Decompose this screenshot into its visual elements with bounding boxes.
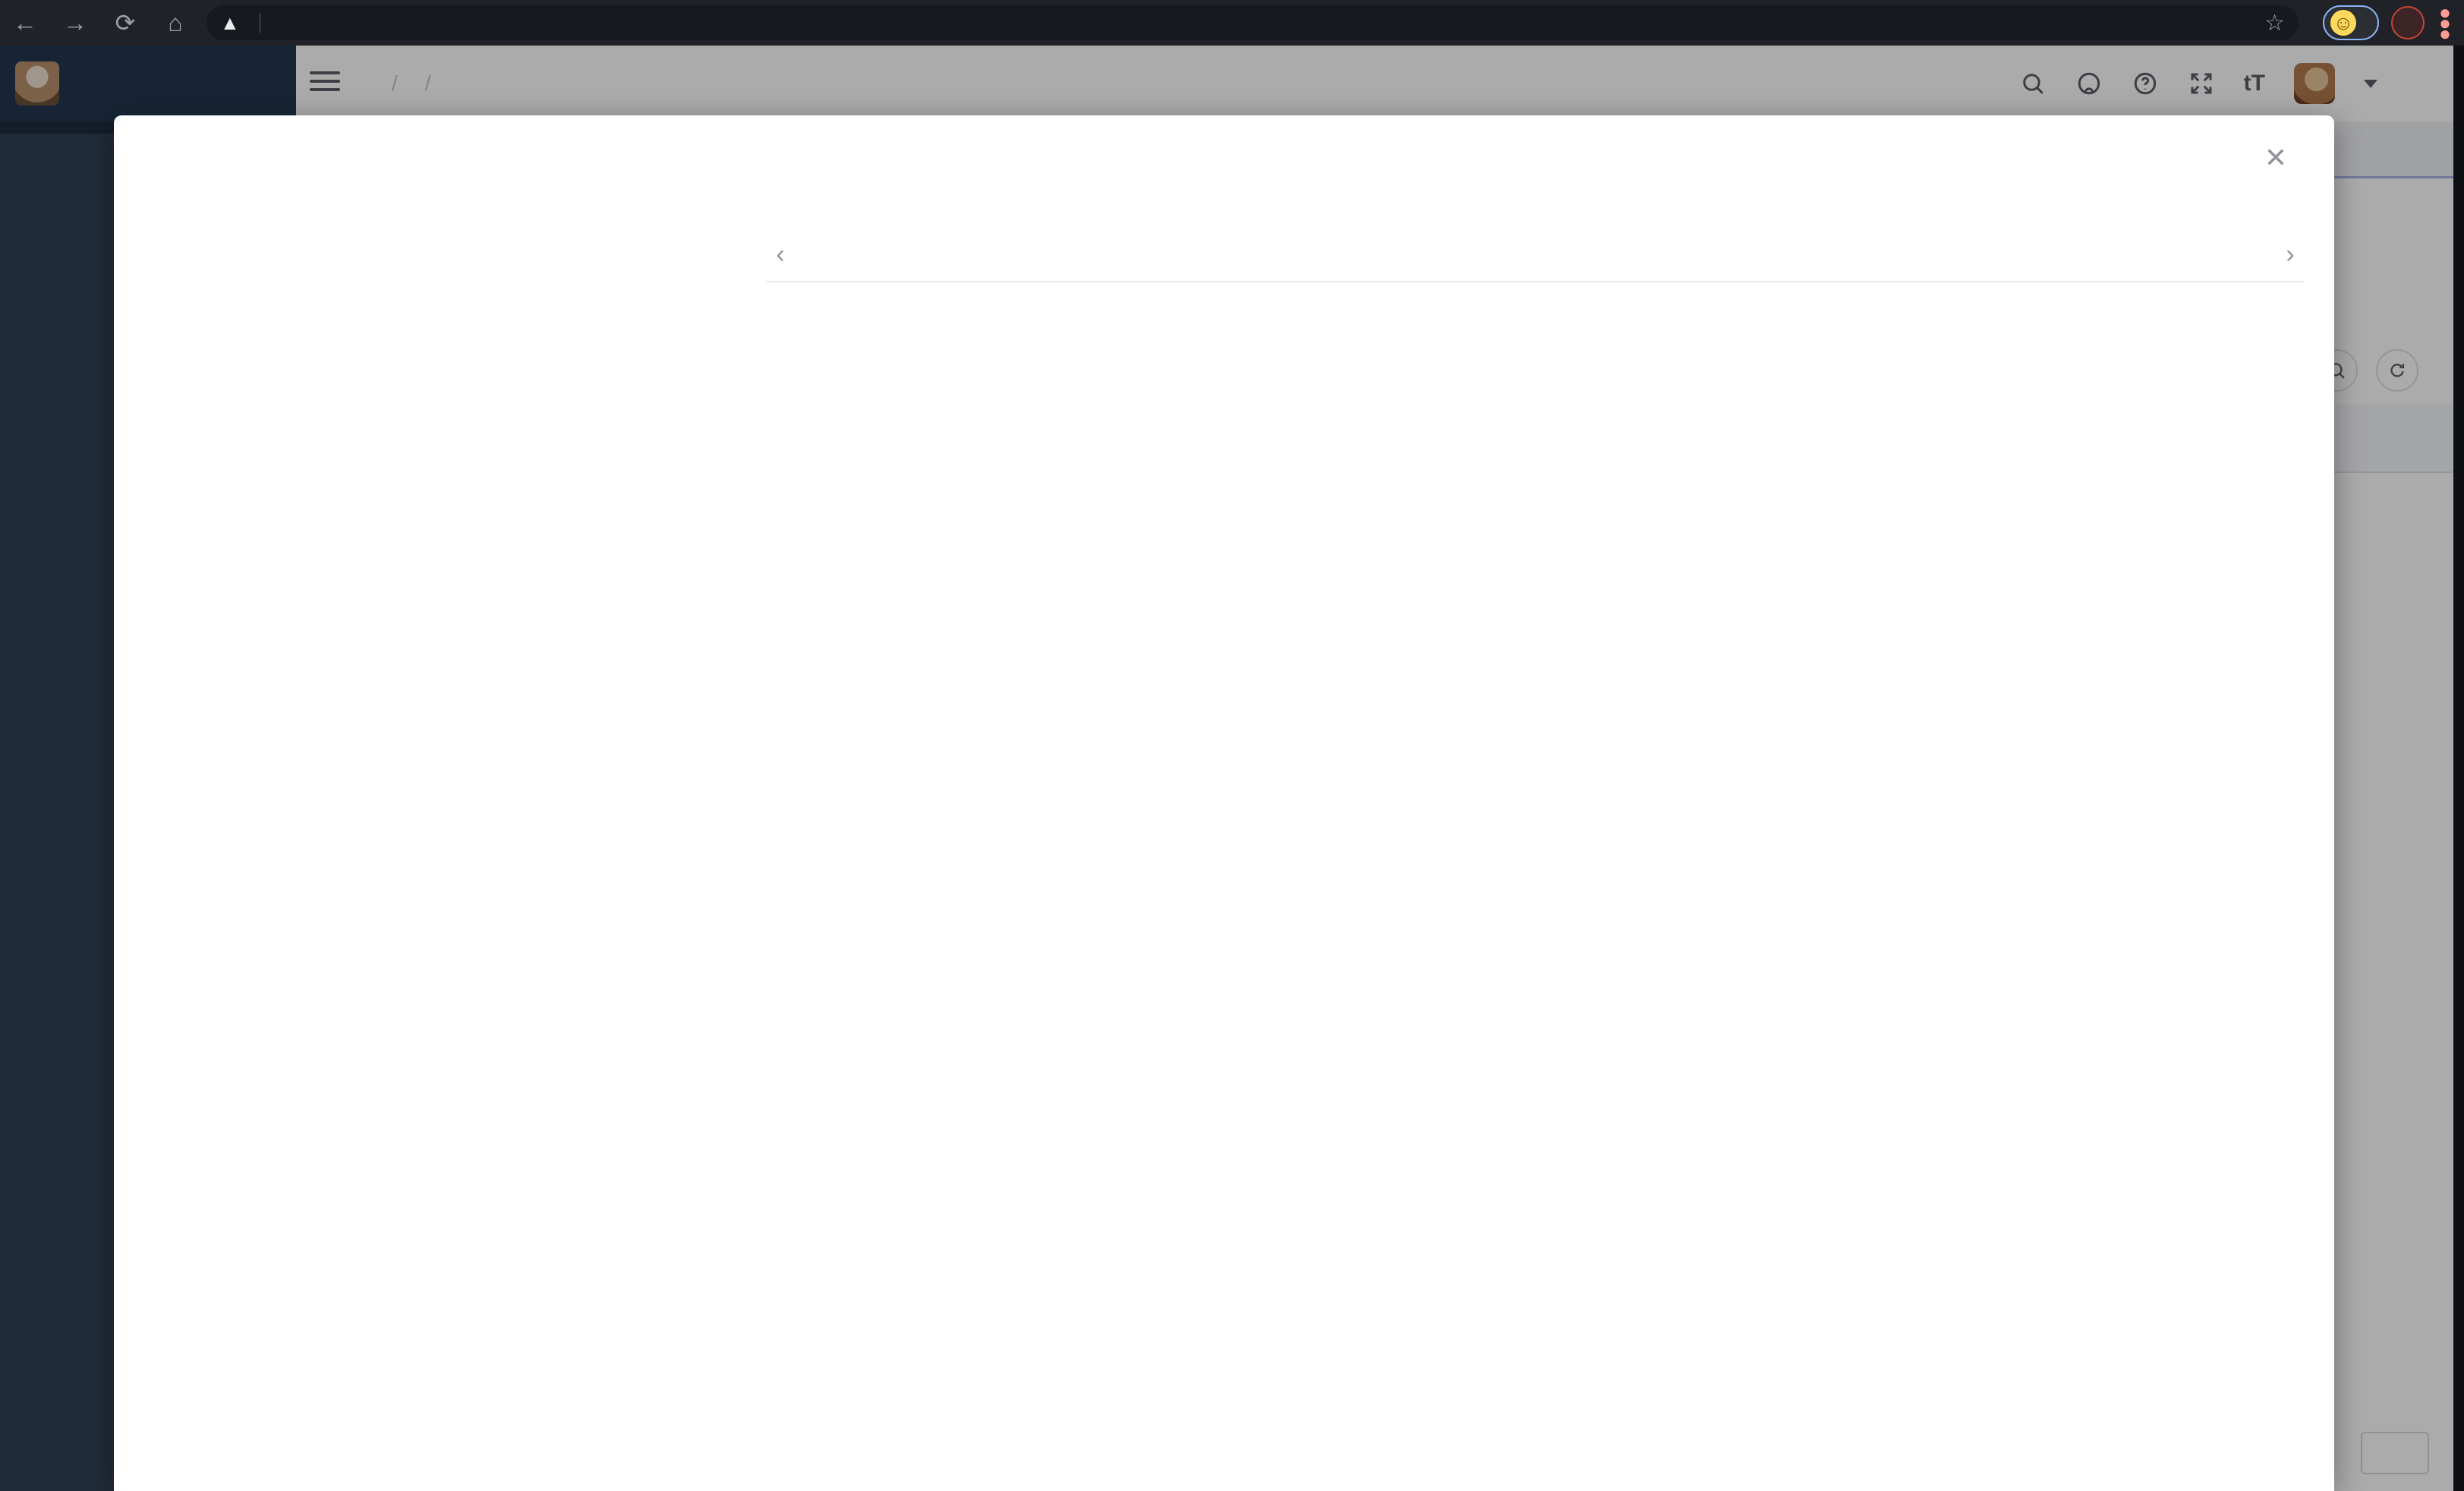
tabs-scroll-left-icon[interactable]: ‹	[767, 240, 794, 270]
browser-profile-chip[interactable]: ☺	[2323, 5, 2379, 40]
code-view[interactable]	[780, 326, 2304, 1491]
close-icon[interactable]: ✕	[2264, 144, 2287, 172]
code-panel: ‹ ›	[767, 228, 2304, 1491]
file-tabs: ‹ ›	[767, 228, 2304, 282]
address-bar[interactable]: ▲ ☆	[206, 5, 2299, 40]
browser-home-icon[interactable]: ⌂	[150, 0, 200, 46]
browser-menu-icon[interactable]: ●●●	[2432, 7, 2458, 39]
file-tree	[132, 243, 762, 1491]
bookmark-star-icon[interactable]: ☆	[2264, 10, 2285, 36]
browser-forward-icon[interactable]: →	[50, 0, 100, 46]
profile-emoji-icon: ☺	[2330, 10, 2356, 36]
browser-toolbar: ← → ⟳ ⌂ ▲ ☆ ☺ ●●●	[0, 0, 2464, 46]
app-page: / / tT	[0, 46, 2464, 1491]
tabs-scroll-right-icon[interactable]: ›	[2277, 228, 2304, 281]
browser-update-button[interactable]	[2391, 6, 2425, 39]
browser-reload-icon[interactable]: ⟳	[100, 0, 150, 46]
browser-back-icon[interactable]: ←	[0, 0, 50, 46]
not-secure-warning-icon: ▲	[220, 11, 240, 35]
code-preview-dialog: ✕ ‹ ›	[114, 115, 2334, 1491]
